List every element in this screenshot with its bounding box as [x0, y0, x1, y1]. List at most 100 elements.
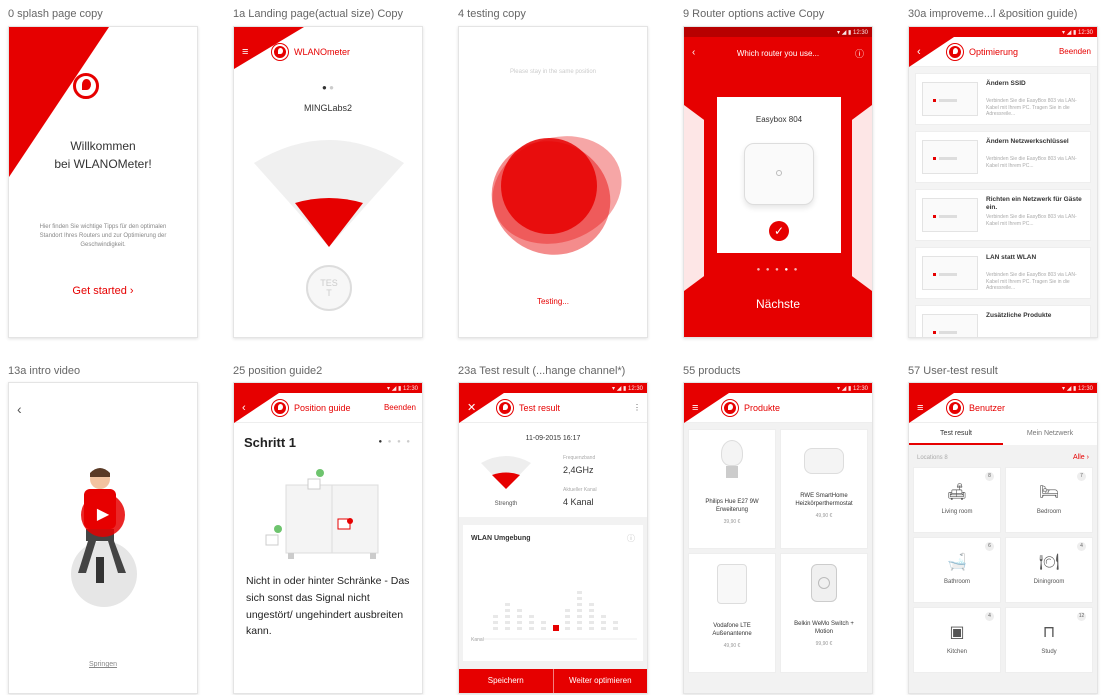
optimization-item[interactable]: Richten ein Netzwerk für Gäste ein. Verbi…	[915, 189, 1091, 241]
optimization-item[interactable]: LAN statt WLAN Verbinden Sie die EasyBox …	[915, 247, 1091, 299]
wlan-env-title: WLAN Umgebung	[471, 535, 531, 542]
item-thumbnail	[922, 140, 978, 174]
all-link[interactable]: Alle ›	[1073, 454, 1089, 461]
room-name: Bedroom	[1036, 509, 1062, 515]
product-card[interactable]: RWE SmartHome Heizkörperthermostat 49,90 …	[780, 429, 868, 549]
room-card[interactable]: 4 ▣ Kitchen	[913, 607, 1001, 673]
next-card[interactable]	[852, 105, 872, 291]
room-icon: 🛁	[947, 552, 967, 571]
screen-caption: 30a improveme...l &position guide)	[908, 8, 1078, 20]
screen-caption: 55 products	[683, 365, 741, 377]
screen-caption: 4 testing copy	[458, 8, 526, 20]
optimization-list: Ändern SSID Verbinden Sie die EasyBox 803…	[915, 73, 1091, 337]
end-button[interactable]: Beenden	[1059, 47, 1091, 56]
get-started-button[interactable]: Get started ›	[9, 285, 197, 297]
item-desc: Verbinden Sie die EasyBox 803 via LAN-Ka…	[986, 98, 1077, 117]
room-icon: ⊓	[1042, 622, 1056, 641]
optimization-item[interactable]: Zusätzliche Produkte	[915, 305, 1091, 337]
optimization-item[interactable]: Ändern Netzwerkschlüssel Verbinden Sie di…	[915, 131, 1091, 183]
menu-icon[interactable]: ≡	[692, 402, 698, 414]
room-icon: 🍽	[1038, 552, 1060, 571]
result-date: 11-09-2015 16:17	[525, 435, 581, 442]
user-title: Benutzer	[969, 402, 1006, 413]
room-card[interactable]: 12 ⊓ Study	[1005, 607, 1093, 673]
product-price: 39,90 €	[723, 518, 741, 525]
router-card[interactable]: Easybox 804 ✓	[717, 97, 841, 253]
network-name: MINGLabs2	[303, 103, 353, 113]
room-count-badge: 12	[1077, 612, 1086, 621]
vodafone-logo-icon	[272, 44, 288, 60]
room-card[interactable]: 4 🍽 Diningroom	[1005, 537, 1093, 603]
item-desc: Verbinden Sie die EasyBox 803 via LAN-Ka…	[986, 272, 1077, 291]
screen-caption: 1a Landing page(actual size) Copy	[233, 8, 404, 20]
screen-caption: 25 position guide2	[233, 365, 323, 377]
action-bar: Speichern Weiter optimieren	[459, 669, 647, 693]
screen-caption: 0 splash page copy	[8, 8, 103, 20]
product-name: RWE SmartHome Heizkörperthermostat	[795, 493, 853, 508]
channel-label: Aktueller Kanal	[563, 487, 597, 493]
tab-my-network[interactable]: Mein Netzwerk	[1003, 423, 1097, 445]
back-icon[interactable]: ‹	[242, 402, 246, 414]
status-bar: ▾ ◢ ▮ 12:30	[684, 27, 872, 37]
guide-title: Position guide	[294, 402, 351, 413]
product-name: Vodafone LTE Außenantenne	[712, 623, 752, 638]
locations-count: Locations 8	[917, 455, 948, 461]
info-icon[interactable]: ⓘ	[855, 47, 864, 60]
vodafone-logo-icon	[272, 400, 288, 416]
item-title: Ändern SSID	[986, 80, 1026, 87]
menu-icon[interactable]: ≡	[917, 402, 923, 414]
room-count-badge: 6	[985, 542, 994, 551]
screen-caption: 9 Router options active Copy	[683, 8, 825, 20]
test-button[interactable]: TES T	[306, 265, 352, 311]
router-title: Which router you use...	[736, 49, 820, 58]
room-card[interactable]: 6 🛁 Bathroom	[913, 537, 1001, 603]
back-icon[interactable]: ‹	[17, 401, 22, 417]
save-button[interactable]: Speichern	[459, 669, 554, 693]
welcome-text: Willkommen bei WLANOMeter!	[54, 139, 152, 171]
product-card[interactable]: Philips Hue E27 9W Erweiterung 39,90 €	[688, 429, 776, 549]
step-dots: ● ● ● ●	[378, 439, 412, 445]
room-card[interactable]: 7 🛏 Bedroom	[1005, 467, 1093, 533]
intro-video-screen: ‹ ▶ Springen	[8, 382, 198, 694]
product-price: 49,90 €	[815, 512, 833, 519]
room-card[interactable]: 8 🛋 Living room	[913, 467, 1001, 533]
freq-label: Frequenzband	[563, 455, 596, 461]
room-name: Diningroom	[1033, 579, 1065, 585]
position-hint: Please stay in the same position	[509, 69, 597, 75]
next-button[interactable]: Nächste	[684, 297, 872, 311]
product-name: Belkin WeMo Switch + Motion	[794, 621, 854, 636]
tab-test-result[interactable]: Test result	[909, 423, 1003, 445]
screen-caption: 57 User-test result	[908, 365, 998, 377]
product-price: 49,90 €	[723, 642, 741, 649]
optimization-item[interactable]: Ändern SSID Verbinden Sie die EasyBox 803…	[915, 73, 1091, 125]
more-icon[interactable]: ⋮	[633, 403, 641, 412]
product-card[interactable]: Belkin WeMo Switch + Motion 99,90 €	[780, 553, 868, 673]
room-icon: 🛏	[1038, 482, 1060, 501]
skip-link[interactable]: Springen	[9, 661, 197, 668]
optimize-button[interactable]: Weiter optimieren	[554, 669, 648, 693]
play-icon[interactable]: ▶	[81, 493, 125, 537]
router-options-screen: ▾ ◢ ▮ 12:30 ‹ Which router you use... ⓘ …	[683, 26, 873, 338]
prev-card[interactable]	[684, 105, 704, 291]
end-button[interactable]: Beenden	[384, 403, 416, 412]
cabinet-illustration	[265, 469, 379, 559]
info-icon[interactable]: ⓘ	[627, 533, 635, 544]
item-thumbnail	[922, 82, 978, 116]
testing-status: Testing...	[536, 297, 569, 306]
item-thumbnail	[922, 314, 978, 337]
menu-icon[interactable]: ≡	[242, 46, 248, 58]
close-icon[interactable]: ✕	[467, 401, 476, 414]
step-title: Schritt 1	[244, 435, 297, 450]
screen-caption: 23a Test result (...hange channel*)	[458, 365, 626, 377]
item-desc: Verbinden Sie die EasyBox 803 via LAN-Ka…	[986, 156, 1077, 169]
back-icon[interactable]: ‹	[917, 46, 921, 58]
item-desc	[986, 330, 1086, 337]
room-name: Study	[1041, 649, 1057, 655]
product-card[interactable]: Vodafone LTE Außenantenne 49,90 €	[688, 553, 776, 673]
optimization-title: Optimierung	[969, 46, 1019, 57]
item-title: LAN statt WLAN	[986, 254, 1037, 261]
test-result-screen: ▾ ◢ ▮ 12:30 ✕ Test result ⋮ 11-09-2015 1…	[458, 382, 648, 694]
all-label: Alle	[1073, 454, 1085, 461]
check-icon: ✓	[769, 221, 789, 241]
app-title: WLANOmeter	[294, 47, 351, 57]
